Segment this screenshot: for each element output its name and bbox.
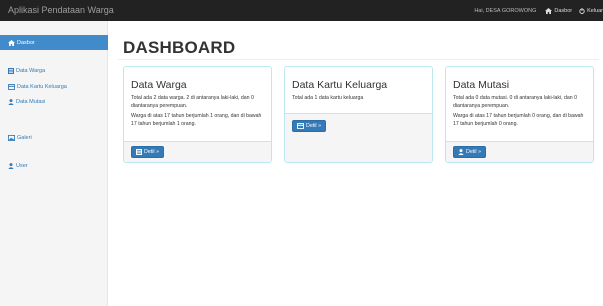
list-icon: [136, 149, 142, 155]
detail-button-label: Detil »: [306, 123, 322, 129]
home-icon: [8, 39, 15, 46]
logout-icon: [579, 7, 585, 14]
user-move-icon: [458, 149, 464, 155]
sidebar-item-data-warga[interactable]: Data Warga: [0, 63, 108, 78]
image-icon: [8, 134, 15, 141]
navbar-dashboard-link[interactable]: Dasbor: [545, 7, 573, 14]
card-text: Total ada 0 data mutasi. 0 di antaranya …: [453, 95, 577, 109]
navbar-logout-link[interactable]: Keluar: [579, 7, 603, 14]
card-data-mutasi: Data Mutasi Total ada 0 data mutasi. 0 d…: [445, 66, 594, 163]
detail-button[interactable]: Detil »: [131, 146, 165, 158]
card-body: Data Warga Total ada 2 data warga. 2 di …: [124, 67, 271, 143]
list-icon: [8, 67, 14, 74]
sidebar-item-data-mutasi[interactable]: Data Mutasi: [0, 94, 108, 109]
sidebar-item-label: Galeri: [17, 134, 32, 141]
navbar-right: Hai, DESA GOROWONG Dasbor Keluar: [474, 0, 603, 21]
navbar-logout-label: Keluar: [587, 7, 603, 14]
sidebar-item-galeri[interactable]: Galeri: [0, 130, 108, 145]
greeting-text: Hai, DESA GOROWONG: [474, 7, 537, 14]
detail-button-label: Detil »: [466, 149, 482, 155]
card-icon: [8, 83, 15, 90]
sidebar-item-label: Data Kartu Keluarga: [17, 83, 67, 90]
top-navbar: Aplikasi Pendataan Warga Hai, DESA GOROW…: [0, 0, 603, 21]
detail-button[interactable]: Detil »: [453, 146, 487, 158]
card-text: Warga di atas 17 tahun berjumlah 1 orang…: [131, 113, 262, 127]
card-text: Total ada 1 data kartu keluarga: [292, 95, 364, 101]
detail-button[interactable]: Detil »: [292, 120, 327, 132]
home-icon: [545, 7, 553, 14]
card-text: Total ada 2 data warga. 2 di antaranya l…: [131, 95, 254, 109]
card-footer: Detil »: [124, 141, 271, 162]
app-brand[interactable]: Aplikasi Pendataan Warga: [8, 5, 114, 15]
detail-button-label: Detil »: [144, 149, 160, 155]
title-divider: [118, 59, 599, 60]
sidebar: Dasbor Data Warga Data Kartu Keluarga Da…: [0, 21, 108, 306]
sidebar-item-label: Dasbor: [17, 39, 35, 46]
card-icon: [297, 123, 304, 129]
navbar-dashboard-label: Dasbor: [554, 7, 573, 14]
card-body: Data Mutasi Total ada 0 data mutasi. 0 d…: [446, 67, 593, 143]
card-data-kartu-keluarga: Data Kartu Keluarga Total ada 1 data kar…: [284, 66, 433, 163]
sidebar-item-label: Data Mutasi: [16, 98, 46, 105]
card-footer: Detil »: [446, 141, 593, 162]
card-title: Data Kartu Keluarga: [292, 79, 388, 91]
card-data-warga: Data Warga Total ada 2 data warga. 2 di …: [123, 66, 272, 163]
card-title: Data Warga: [131, 79, 187, 91]
sidebar-item-data-kartu-keluarga[interactable]: Data Kartu Keluarga: [0, 79, 108, 94]
card-footer: Detil »: [285, 113, 432, 162]
sidebar-item-label: User: [16, 162, 28, 169]
page-title: DASHBOARD: [123, 38, 236, 57]
card-title: Data Mutasi: [453, 79, 510, 91]
user-move-icon: [8, 98, 14, 105]
sidebar-item-user[interactable]: User: [0, 158, 108, 173]
sidebar-item-dasbor[interactable]: Dasbor: [0, 35, 108, 50]
sidebar-item-label: Data Warga: [16, 67, 46, 74]
card-text: Warga di atas 17 tahun berjumlah 0 orang…: [453, 113, 584, 127]
user-icon: [8, 162, 14, 169]
